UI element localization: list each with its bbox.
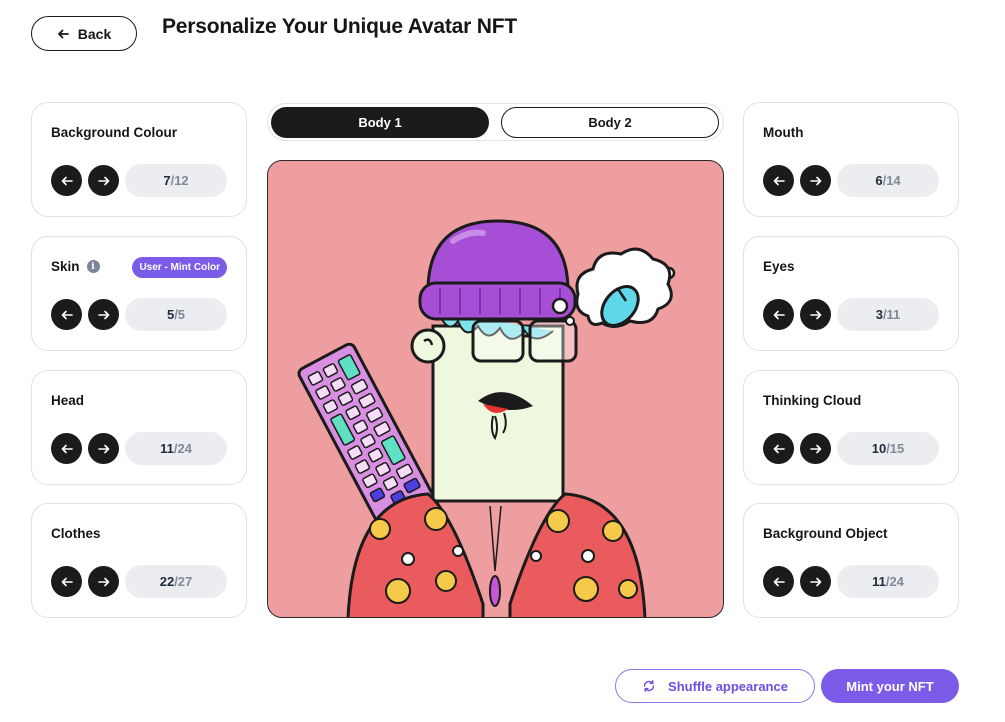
arrow-left-icon (773, 577, 785, 586)
counter-current: 11 (160, 441, 174, 456)
trait-card-eyes: Eyes 3/11 (743, 236, 959, 351)
counter-total: /27 (174, 574, 193, 589)
arrow-left-icon (61, 444, 73, 453)
trait-label: Thinking Cloud (763, 393, 862, 408)
prev-button[interactable] (51, 165, 82, 196)
shuffle-appearance-button[interactable]: Shuffle appearance (615, 669, 815, 703)
body-tabs: Body 1 Body 2 (267, 103, 724, 141)
prev-button[interactable] (51, 433, 82, 464)
arrow-left-icon (773, 444, 785, 453)
back-label: Back (77, 25, 112, 42)
prev-button[interactable] (763, 433, 794, 464)
arrow-right-icon (97, 577, 109, 586)
trait-label: Background Colour (51, 125, 178, 140)
trait-counter: 6/14 (837, 164, 939, 197)
trait-counter: 11/24 (125, 432, 227, 465)
trait-counter: 22/27 (125, 565, 227, 598)
trait-counter: 7/12 (125, 164, 227, 197)
arrow-right-icon (809, 577, 821, 586)
next-button[interactable] (88, 566, 119, 597)
arrow-left-icon (773, 176, 785, 185)
avatar-illustration (297, 219, 676, 617)
trait-card-thinking-cloud: Thinking Cloud 10/15 (743, 370, 959, 485)
prev-button[interactable] (763, 299, 794, 330)
trait-label: Head (51, 393, 85, 408)
trait-card-background-object: Background Object 11/24 (743, 503, 959, 618)
arrow-right-icon (97, 310, 109, 319)
next-button[interactable] (88, 433, 119, 464)
arrow-left-icon (61, 577, 73, 586)
arrow-left-icon (61, 176, 73, 185)
trait-card-mouth: Mouth 6/14 (743, 102, 959, 217)
trait-label: Mouth (763, 125, 804, 140)
arrow-left-icon (57, 29, 69, 38)
next-button[interactable] (800, 299, 831, 330)
trait-card-clothes: Clothes 22/27 (31, 503, 247, 618)
counter-total: /11 (882, 307, 901, 322)
prev-button[interactable] (763, 566, 794, 597)
trait-counter: 3/11 (837, 298, 939, 331)
arrow-left-icon (773, 310, 785, 319)
counter-current: 10 (871, 441, 887, 456)
next-button[interactable] (800, 566, 831, 597)
counter-current: 5 (166, 307, 175, 322)
tab-body-1[interactable]: Body 1 (271, 107, 489, 138)
trait-label: Skin (51, 259, 80, 274)
counter-current: 6 (875, 173, 883, 188)
trait-counter: 11/24 (837, 565, 939, 598)
back-button[interactable]: Back (31, 16, 137, 51)
counter-current: 3 (875, 307, 883, 322)
shuffle-label: Shuffle appearance (668, 678, 788, 694)
prev-button[interactable] (51, 299, 82, 330)
trait-card-skin: Skin i User - Mint Color 5/5 (31, 236, 247, 351)
avatar-preview (267, 160, 724, 618)
page-title: Personalize Your Unique Avatar NFT (162, 15, 517, 38)
trait-label: Background Object (763, 526, 888, 541)
trait-label: Eyes (763, 259, 795, 274)
arrow-right-icon (97, 176, 109, 185)
next-button[interactable] (88, 165, 119, 196)
tab-body-2[interactable]: Body 2 (501, 107, 719, 138)
arrow-right-icon (809, 444, 821, 453)
refresh-icon (643, 680, 655, 692)
counter-current: 11 (872, 574, 886, 589)
arrow-right-icon (809, 176, 821, 185)
counter-total: /24 (173, 441, 192, 456)
trait-counter: 5/5 (125, 298, 227, 331)
counter-current: 22 (159, 574, 175, 589)
next-button[interactable] (88, 299, 119, 330)
counter-total: /15 (886, 441, 905, 456)
arrow-right-icon (809, 310, 821, 319)
prev-button[interactable] (51, 566, 82, 597)
trait-counter: 10/15 (837, 432, 939, 465)
arrow-right-icon (97, 444, 109, 453)
info-icon[interactable]: i (86, 260, 100, 273)
next-button[interactable] (800, 165, 831, 196)
trait-card-background-colour: Background Colour 7/12 (31, 102, 247, 217)
counter-total: /24 (885, 574, 904, 589)
trait-label: Clothes (51, 526, 101, 541)
next-button[interactable] (800, 433, 831, 464)
counter-total: /5 (174, 307, 186, 322)
mint-color-badge: User - Mint Color (132, 257, 227, 278)
counter-total: /14 (882, 173, 901, 188)
counter-current: 7 (163, 173, 171, 188)
arrow-left-icon (61, 310, 73, 319)
counter-total: /12 (170, 173, 189, 188)
mint-nft-button[interactable]: Mint your NFT (821, 669, 959, 703)
prev-button[interactable] (763, 165, 794, 196)
trait-card-head: Head 11/24 (31, 370, 247, 485)
